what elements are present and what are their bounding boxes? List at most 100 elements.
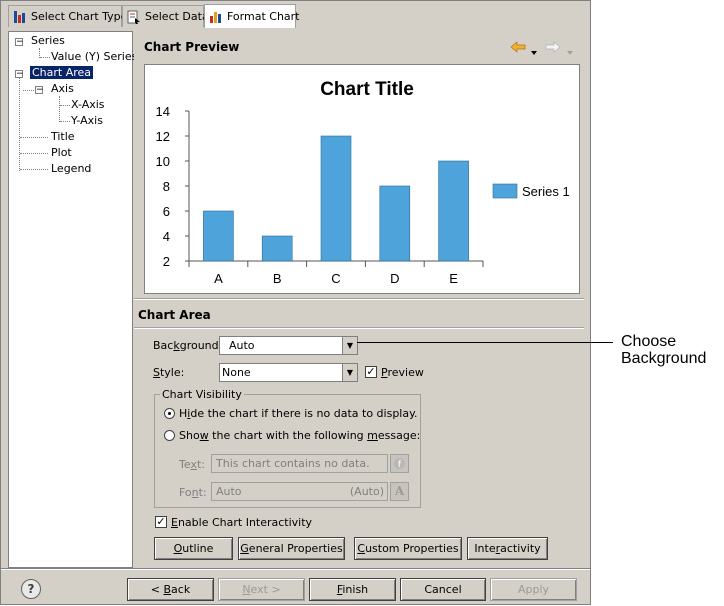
general-properties-button[interactable]: General Properties [238,537,345,560]
hide-chart-radio[interactable] [164,408,175,419]
footer-divider [1,568,590,570]
chevron-down-icon[interactable]: ▼ [342,364,357,381]
chart-preview-heading: Chart Preview [144,40,240,54]
font-dialog-button[interactable]: A [390,482,409,501]
callout-text-line1: Choose [621,333,677,350]
message-text-value: This chart contains no data. [216,457,370,470]
tree-connector [20,153,48,154]
background-label: Background: [153,339,223,352]
section-divider [134,298,584,300]
apply-button[interactable]: Apply [490,578,577,601]
tab-select-chart-type[interactable]: Select Chart Type [8,5,127,27]
next-button[interactable]: Next > [218,578,305,601]
text-label: Text: [179,458,205,471]
back-button[interactable]: < Back [127,578,214,601]
bar [379,185,411,262]
style-label: Style: [153,366,185,379]
tree-item-plot[interactable]: Plot [51,146,72,160]
x-tick-label: E [449,271,458,286]
tab-label: Select Chart Type [31,10,128,23]
font-value: Auto [216,485,242,498]
font-suffix: (Auto) [349,485,384,498]
tab-label: Select Data [145,10,209,23]
chevron-down-icon[interactable]: ▼ [342,337,357,354]
y-tick-label: 4 [163,229,170,244]
style-value: None [222,366,251,379]
tree-item-legend[interactable]: Legend [51,162,91,176]
x-tick-label: A [214,271,223,286]
forward-arrow-icon [545,41,561,56]
collapse-icon[interactable]: − [15,38,24,47]
bar [203,210,234,262]
tree-connector [40,57,50,58]
message-text-field[interactable]: This chart contains no data. [211,454,388,473]
y-tick-label: 8 [163,179,170,194]
outline-button[interactable]: Outline [154,537,233,560]
legend-swatch [492,183,518,199]
preview-label: Preview [381,366,424,379]
chart-area-heading: Chart Area [138,308,211,322]
tree-connector [60,105,70,106]
format-panel: Chart Preview Chart Title 2 4 6 8 10 12 14 A B C D E… [134,31,584,568]
tree-connector [23,90,34,91]
x-tick-label: D [390,271,399,286]
enable-interactivity-checkbox[interactable]: ✓ [155,516,167,528]
custom-properties-button[interactable]: Custom Properties [354,537,462,560]
collapse-icon[interactable]: − [15,70,24,79]
y-tick-label: 2 [163,254,170,269]
tree-item-value-series[interactable]: Value (Y) Series [51,50,137,64]
preview-checkbox[interactable]: ✓ [365,366,377,378]
tree-item-axis[interactable]: Axis [51,82,74,96]
tree-item-x-axis[interactable]: X-Axis [71,98,105,112]
bar [261,235,293,262]
tab-format-chart[interactable]: Format Chart [204,4,300,28]
chart-title: Chart Title [320,79,414,100]
section-divider [134,327,584,329]
enable-interactivity-label: Enable Chart Interactivity [171,516,313,529]
y-tick-label: 12 [156,129,170,144]
font-field[interactable]: Auto (Auto) [211,482,388,501]
tree-connector [20,137,48,138]
tree-connector [19,78,20,171]
format-tree: − Series Value (Y) Series − Chart Area −… [8,31,137,568]
tree-connector [59,96,60,122]
chart-type-icon [13,10,27,24]
background-value: Auto [229,339,255,352]
legend-label: Series 1 [522,184,570,199]
back-dropdown-icon[interactable] [531,45,537,58]
select-data-icon [127,10,141,24]
chart-visibility-legend: Chart Visibility [160,388,244,401]
tree-item-chart-area[interactable]: Chart Area [30,66,94,80]
tree-item-series[interactable]: Series [31,34,65,48]
tab-label: Format Chart [227,10,300,23]
tab-select-data[interactable]: Select Data [122,5,209,27]
help-icon[interactable]: ? [21,579,41,599]
show-message-label: Show the chart with the following messag… [179,429,421,442]
finish-button[interactable]: Finish [309,578,396,601]
cancel-button[interactable]: Cancel [400,578,486,601]
tree-item-y-axis[interactable]: Y-Axis [71,114,103,128]
hide-chart-label: Hide the chart if there is no data to di… [179,407,418,420]
background-select[interactable]: Auto ▼ [219,336,358,355]
bar [320,135,352,262]
tree-connector [20,169,48,170]
y-tick-label: 10 [156,154,170,169]
back-arrow-icon[interactable] [510,41,526,56]
show-message-radio[interactable] [164,430,175,441]
interactivity-button[interactable]: Interactivity [467,537,548,560]
chart-preview: Chart Title 2 4 6 8 10 12 14 A B C D E Series 1 [144,64,580,294]
tree-item-title[interactable]: Title [51,130,75,144]
callout-text-line2: Background [621,350,707,367]
format-chart-dialog: Select Chart Type Select Data Format Cha… [0,0,591,605]
expression-builder-icon[interactable]: f [390,454,409,473]
font-label: Font: [179,486,207,499]
callout-line [357,342,613,343]
x-tick-label: C [331,271,340,286]
style-select[interactable]: None ▼ [219,363,358,382]
forward-dropdown-icon [567,45,573,58]
y-tick-label: 14 [156,104,170,119]
chart-canvas: Chart Title 2 4 6 8 10 12 14 A B C D E Series 1 [156,79,570,286]
tree-item-label: Chart Area [30,66,94,79]
tree-connector [60,121,70,122]
collapse-icon[interactable]: − [35,86,44,95]
